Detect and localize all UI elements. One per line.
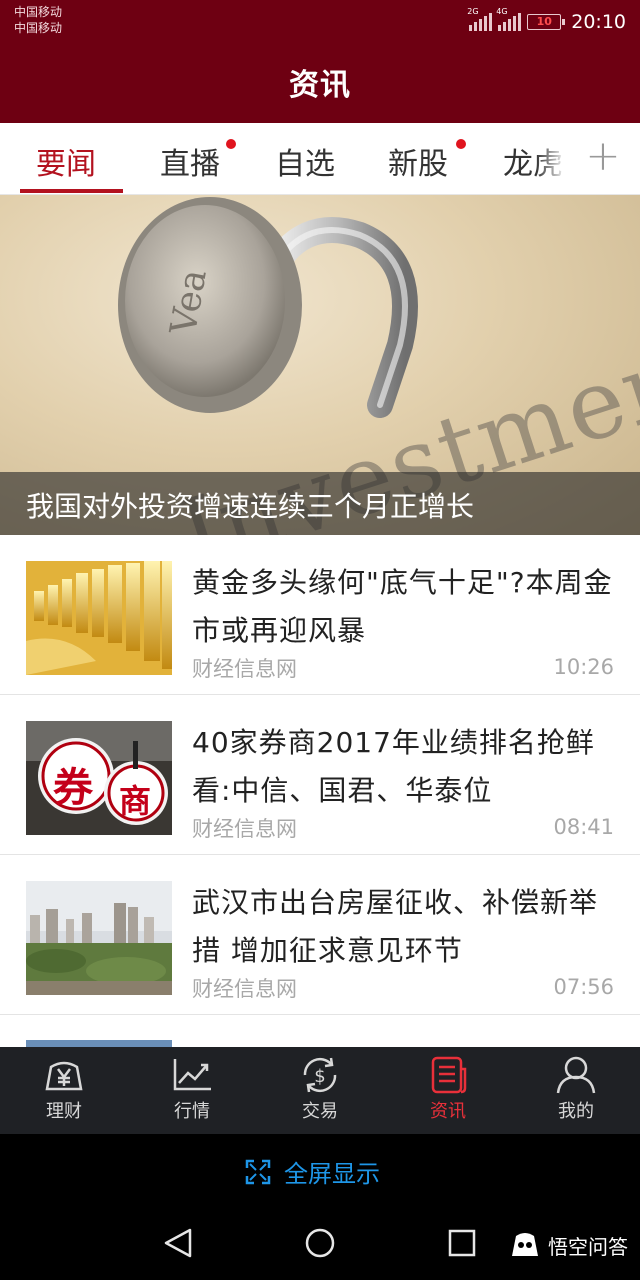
tabs-fade (536, 123, 566, 193)
hero-banner[interactable]: Vea Investment 我国对外投资增速连续三个月正增长 (0, 195, 640, 535)
nav-label: 资讯 (430, 1101, 466, 1122)
news-item[interactable]: 黄金多头缘何"底气十足"?本周金市或再迎风暴 财经信息网 10:26 (0, 535, 640, 695)
news-time: 08:41 (553, 815, 614, 839)
hero-caption: 我国对外投资增速连续三个月正增长 (26, 490, 475, 523)
nav-profile[interactable]: 我的 (512, 1047, 640, 1134)
carrier-info: 中国移动 中国移动 (14, 4, 62, 36)
bottom-navigation: 理财 行情 $ 交易 资讯 我的 (0, 1047, 640, 1134)
nav-wealth[interactable]: 理财 (0, 1047, 128, 1134)
fullscreen-button[interactable]: 全屏显示 (244, 1154, 380, 1189)
yen-icon (45, 1061, 83, 1091)
app-header: 中国移动 中国移动 2G 4G 10 20:10 资讯 (0, 0, 640, 123)
tab-watchlist[interactable]: 自选 (275, 139, 335, 183)
nav-news[interactable]: 资讯 (384, 1047, 512, 1134)
wukong-logo-icon (512, 1233, 538, 1256)
news-item[interactable]: 券 商 40家券商2017年业绩排名抢鲜看:中信、国君、华泰位 财经信息网 08… (0, 695, 640, 855)
home-icon[interactable] (305, 1228, 335, 1258)
nav-label: 行情 (174, 1101, 210, 1122)
news-icon (431, 1056, 467, 1094)
news-title: 黄金多头缘何"底气十足"?本周金市或再迎风暴 (192, 566, 613, 647)
news-item[interactable]: 武汉市出台房屋征收、补偿新举措 增加征求意见环节 财经信息网 07:56 (0, 855, 640, 1015)
signal-icon: 4G (496, 7, 522, 31)
user-icon (556, 1056, 596, 1094)
news-title: 40家券商2017年业绩排名抢鲜看:中信、国君、华泰位 (192, 726, 595, 807)
tab-ipo[interactable]: 新股 (388, 139, 448, 183)
add-tab-button[interactable]: + (566, 123, 640, 193)
news-time: 10:26 (553, 655, 614, 679)
news-title: 武汉市出台房屋征收、补偿新举措 增加征求意见环节 (192, 886, 599, 967)
network-type-1: 2G (467, 7, 479, 16)
news-source: 财经信息网 (192, 977, 297, 1001)
thumb-sign-1: 券 (53, 765, 93, 811)
dollar-exchange-icon: $ (303, 1057, 337, 1093)
expand-icon (245, 1159, 271, 1184)
news-time: 07:56 (553, 975, 614, 999)
watermark-text: 悟空问答 (548, 1234, 628, 1259)
news-thumbnail-city (26, 881, 172, 995)
status-indicators: 2G 4G 10 20:10 (467, 7, 626, 36)
tab-live[interactable]: 直播 (160, 139, 220, 183)
status-time: 20:10 (571, 11, 626, 33)
news-thumbnail-broker: 券 商 (26, 721, 172, 835)
nav-label: 理财 (46, 1101, 82, 1122)
news-source: 财经信息网 (192, 657, 297, 681)
carrier-2: 中国移动 (14, 21, 63, 35)
active-tab-indicator (20, 189, 123, 193)
network-type-2: 4G (496, 7, 508, 16)
fullscreen-label: 全屏显示 (284, 1160, 380, 1188)
nav-market[interactable]: 行情 (128, 1047, 256, 1134)
chart-icon (173, 1059, 211, 1091)
battery-icon: 10 (527, 14, 566, 30)
news-thumbnail-partial (26, 1040, 172, 1047)
watermark: 悟空问答 (508, 1230, 628, 1260)
tab-headlines[interactable]: 要闻 (36, 139, 96, 183)
page-title: 资讯 (289, 68, 351, 103)
nav-label: 交易 (302, 1101, 338, 1122)
fullscreen-bar: 全屏显示 (0, 1134, 640, 1206)
back-icon[interactable] (164, 1228, 192, 1258)
nav-label: 我的 (558, 1101, 594, 1122)
signal-icon: 2G (467, 7, 493, 31)
category-tabs: 要闻 直播 自选 新股 龙虎 + (0, 123, 640, 195)
ipo-unread-dot (456, 139, 466, 149)
recents-icon[interactable] (448, 1229, 476, 1257)
news-thumbnail-gold (26, 561, 172, 675)
live-unread-dot (226, 139, 236, 149)
nav-trade[interactable]: $ 交易 (256, 1047, 384, 1134)
thumb-sign-2: 商 (119, 782, 152, 820)
svg-text:$: $ (314, 1066, 325, 1087)
carrier-1: 中国移动 (14, 5, 63, 19)
status-bar: 中国移动 中国移动 2G 4G 10 20:10 (0, 0, 640, 44)
news-source: 财经信息网 (192, 817, 297, 841)
